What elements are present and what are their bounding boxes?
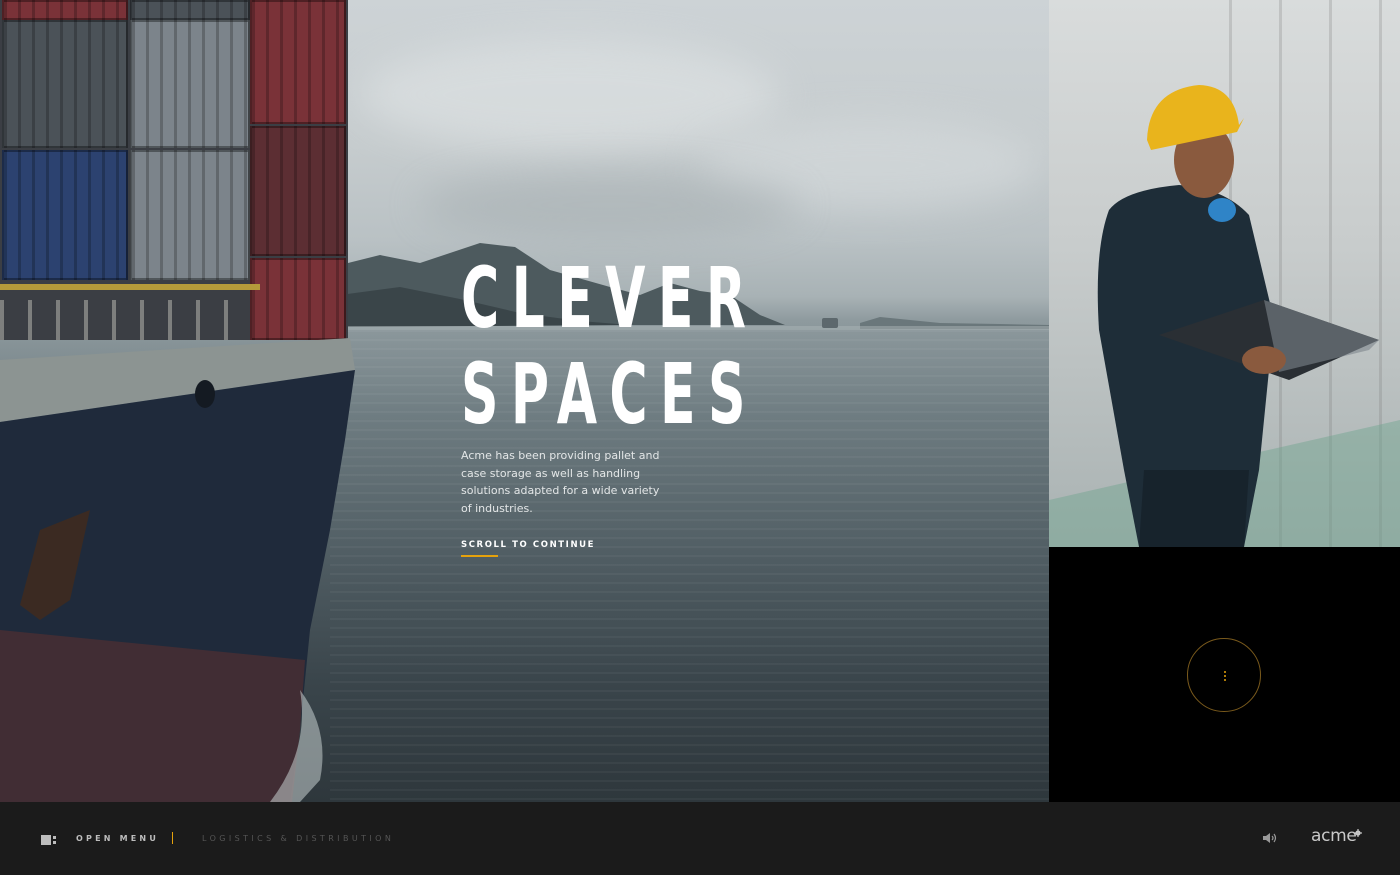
hero-section: CLEVER SPACES Acme has been providing pa…: [0, 0, 1049, 802]
footer-bar: OPEN MENU LOGISTICS & DISTRIBUTION acme: [0, 802, 1400, 875]
container-stack: [0, 0, 348, 340]
more-options-button[interactable]: [1187, 638, 1261, 712]
scroll-to-continue-link[interactable]: SCROLL TO CONTINUE: [461, 540, 595, 550]
hero-title-line: SPACES: [461, 345, 758, 443]
hero-title-line: CLEVER: [461, 249, 759, 347]
worker-image: [1049, 0, 1400, 547]
shipping-container: [130, 0, 250, 20]
scroll-link-underline: [461, 555, 498, 557]
gear-icon: [1354, 829, 1362, 837]
hero-title: CLEVER SPACES: [461, 249, 759, 443]
distant-ship: [822, 318, 838, 328]
shipping-container: [130, 20, 250, 148]
shipping-container: [2, 150, 128, 280]
shipping-container: [2, 0, 128, 20]
shipping-container: [2, 20, 128, 148]
deck-railing: [0, 284, 260, 290]
menu-icon[interactable]: [41, 835, 56, 845]
shipping-container: [250, 0, 346, 124]
shipping-container: [250, 258, 346, 340]
hero-description: Acme has been providing pallet and case …: [461, 449, 660, 515]
shipping-container: [130, 150, 250, 280]
shipping-container: [250, 126, 346, 256]
worker-figure: [1049, 85, 1400, 547]
speaker-icon[interactable]: [1262, 832, 1278, 844]
footer-divider: [172, 832, 173, 844]
open-menu-link[interactable]: OPEN MENU: [76, 834, 159, 843]
current-section-label: LOGISTICS & DISTRIBUTION: [202, 834, 395, 843]
sky-cloud: [360, 40, 780, 150]
ship-hull: [0, 338, 355, 802]
brand-logo[interactable]: acme: [1311, 826, 1357, 846]
